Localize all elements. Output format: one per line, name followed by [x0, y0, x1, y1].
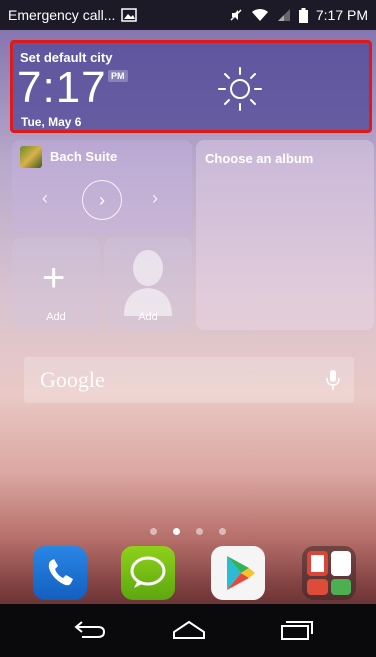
plus-icon: +: [42, 256, 66, 300]
mute-icon: [229, 8, 243, 22]
mic-icon[interactable]: [326, 369, 340, 396]
page-dot[interactable]: [150, 528, 157, 535]
gmail-mini-icon: [330, 551, 351, 576]
battery-icon: [298, 7, 308, 23]
status-bar: Emergency call... 7:17 PM: [0, 0, 376, 30]
clock-date: Tue, May 6: [21, 115, 82, 129]
carrier-text: Emergency call...: [8, 7, 116, 23]
page-dot[interactable]: [196, 528, 203, 535]
track-title: Bach Suite: [50, 149, 118, 164]
chrome-mini-icon: [307, 551, 328, 576]
sun-icon[interactable]: [217, 66, 263, 117]
previous-track-button[interactable]: ‹: [42, 188, 48, 209]
google-search-bar[interactable]: Google: [24, 357, 354, 403]
page-dot-active[interactable]: [173, 528, 180, 535]
add-shortcut-button[interactable]: + Add: [12, 238, 100, 329]
home-icon[interactable]: [170, 618, 208, 647]
google-logo: Google: [40, 367, 105, 392]
play-button[interactable]: ›: [82, 180, 122, 220]
clock-time[interactable]: 7:17: [17, 63, 107, 113]
add-label: Add: [138, 311, 158, 323]
navigation-bar: [0, 604, 376, 657]
google-folder-icon[interactable]: [302, 546, 356, 600]
status-time: 7:17 PM: [315, 7, 368, 23]
maps-mini-icon: [330, 578, 351, 595]
recents-icon[interactable]: [278, 618, 314, 647]
weather-clock-widget[interactable]: Set default city 7:17 PM Tue, May 6: [10, 40, 372, 133]
contact-icon: [122, 246, 174, 321]
album-widget[interactable]: Choose an album: [196, 140, 374, 330]
add-contact-button[interactable]: Add: [104, 238, 192, 329]
choose-album-label: Choose an album: [205, 151, 314, 166]
message-app-icon[interactable]: [121, 546, 175, 600]
signal-icon: [277, 8, 291, 22]
album-thumbnail[interactable]: [20, 146, 42, 168]
add-label: Add: [46, 311, 66, 323]
next-track-button[interactable]: ›: [152, 188, 158, 209]
screenshot-icon: [121, 8, 138, 22]
gplus-mini-icon: [307, 578, 328, 595]
phone-app-icon[interactable]: [33, 546, 87, 600]
play-store-icon[interactable]: [211, 546, 265, 600]
ampm-badge: PM: [108, 70, 128, 82]
page-indicator: [0, 528, 376, 535]
music-widget[interactable]: Bach Suite ‹ › ›: [12, 140, 192, 233]
play-icon: ›: [99, 189, 105, 210]
wifi-icon: [251, 8, 269, 22]
back-icon[interactable]: [72, 618, 108, 647]
page-dot[interactable]: [219, 528, 226, 535]
